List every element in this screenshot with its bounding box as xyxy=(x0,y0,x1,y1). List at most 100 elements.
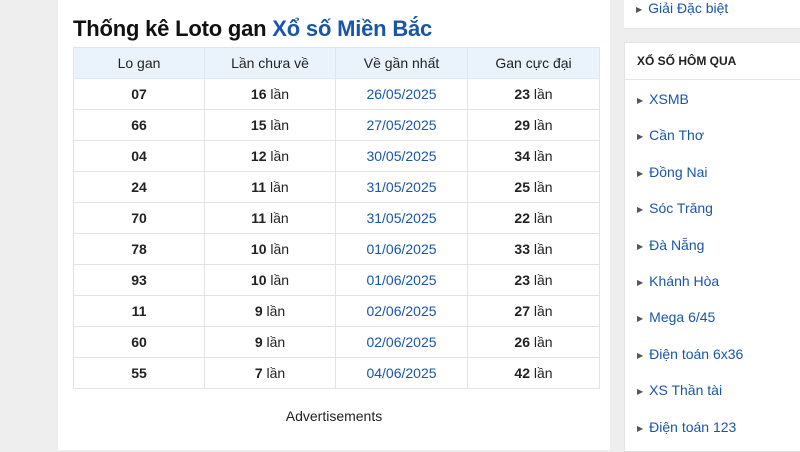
sidebar-item[interactable]: ▶ Điện toán 123 xyxy=(637,419,736,435)
sidebar-header: XỔ SỐ HÔM QUA xyxy=(637,54,737,68)
unit-label: lần xyxy=(533,179,553,195)
caret-right-icon: ▶ xyxy=(637,241,644,251)
cell-ve-gan-nhat[interactable]: 02/06/2025 xyxy=(335,295,468,327)
table-row: 24 11 lần 31/05/2025 25 lần xyxy=(73,171,600,203)
count-value: 34 xyxy=(514,148,530,164)
count-value: 42 xyxy=(514,365,530,381)
header-ve-gan-nhat: Về gần nhất xyxy=(335,47,468,79)
sidebar-item[interactable]: ▶ Khánh Hòa xyxy=(637,273,719,289)
sidebar-item-label: XS Thần tài xyxy=(649,382,723,399)
cell-ve-gan-nhat[interactable]: 27/05/2025 xyxy=(335,109,468,141)
caret-right-icon: ▶ xyxy=(637,132,644,142)
caret-right-icon: ▶ xyxy=(637,423,644,433)
title-link[interactable]: Xổ số Miền Bắc xyxy=(272,16,432,41)
unit-label: lần xyxy=(533,210,553,226)
cell-ve-gan-nhat[interactable]: 31/05/2025 xyxy=(335,171,468,203)
table-row: 70 11 lần 31/05/2025 22 lần xyxy=(73,202,600,234)
unit-label: lần xyxy=(270,86,290,102)
sidebar-item[interactable]: ▶ Điện toán 6x36 xyxy=(637,346,743,362)
count-value: 10 xyxy=(250,272,267,288)
caret-right-icon: ▶ xyxy=(636,5,643,14)
unit-label: lần xyxy=(533,117,553,133)
sidebar-item-label: Sóc Trăng xyxy=(649,200,713,217)
sidebar-xo-so-hom-qua: XỔ SỐ HÔM QUA ▶ XSMB ▶ Cần Thơ ▶ Đồng Nai ▶ Sóc… xyxy=(624,42,800,452)
cell-ve-gan-nhat[interactable]: 31/05/2025 xyxy=(335,202,468,234)
sidebar-item-giai-dac-biet[interactable]: ▶ Giải Đặc biệt xyxy=(636,0,728,16)
cell-ve-gan-nhat[interactable]: 26/05/2025 xyxy=(335,78,468,110)
unit-label: lần xyxy=(533,334,553,350)
caret-right-icon: ▶ xyxy=(637,387,644,397)
unit-label: lần xyxy=(533,241,553,257)
sidebar-item-label: Giải Đặc biệt xyxy=(648,0,729,16)
sidebar-item[interactable]: ▶ Sóc Trăng xyxy=(637,200,713,216)
table-row: 93 10 lần 01/06/2025 23 lần xyxy=(73,264,600,296)
cell-gan-cuc-dai: 33 lần xyxy=(467,233,600,265)
table-row: 55 7 lần 04/06/2025 42 lần xyxy=(73,357,600,389)
table-row: 78 10 lần 01/06/2025 33 lần xyxy=(73,233,600,265)
cell-lan-chua-ve: 15 lần xyxy=(204,109,336,141)
unit-label: lần xyxy=(270,210,289,226)
cell-gan-cuc-dai: 34 lần xyxy=(467,140,600,172)
sidebar-item[interactable]: ▶ Mega 6/45 xyxy=(637,309,715,325)
cell-lo-number: 11 xyxy=(73,295,205,327)
count-value: 11 xyxy=(251,179,267,195)
sidebar-item-label: Mega 6/45 xyxy=(649,309,716,326)
table-row: 04 12 lần 30/05/2025 34 lần xyxy=(73,140,600,172)
unit-label: lần xyxy=(533,365,553,381)
caret-right-icon: ▶ xyxy=(637,205,644,215)
table-row: 11 9 lần 02/06/2025 27 lần xyxy=(73,295,600,327)
sidebar-item-label: Đà Nẵng xyxy=(649,236,705,253)
table-row: 66 15 lần 27/05/2025 29 lần xyxy=(73,109,600,141)
count-value: 15 xyxy=(250,117,267,133)
count-value: 10 xyxy=(250,241,267,257)
unit-label: lần xyxy=(270,117,290,133)
count-value: 23 xyxy=(514,86,530,102)
table-header-row: Lo gan Lần chưa về Về gần nhất Gan cực đ… xyxy=(73,47,600,79)
cell-ve-gan-nhat[interactable]: 01/06/2025 xyxy=(335,233,468,265)
cell-ve-gan-nhat[interactable]: 01/06/2025 xyxy=(335,264,468,296)
cell-lo-number: 70 xyxy=(73,202,205,234)
sidebar-item[interactable]: ▶ Đồng Nai xyxy=(637,164,708,180)
count-value: 22 xyxy=(514,210,530,226)
unit-label: lần xyxy=(533,148,553,164)
sidebar-item[interactable]: ▶ XS Thần tài xyxy=(637,382,722,398)
count-value: 11 xyxy=(251,210,267,226)
unit-label: lần xyxy=(266,303,286,319)
count-value: 29 xyxy=(514,117,530,133)
table-row: 07 16 lần 26/05/2025 23 lần xyxy=(73,78,600,110)
cell-lan-chua-ve: 11 lần xyxy=(204,202,336,234)
unit-label: lần xyxy=(533,303,553,319)
cell-lo-number: 93 xyxy=(73,264,205,296)
count-value: 25 xyxy=(514,179,530,195)
count-value: 12 xyxy=(250,148,267,164)
cell-lo-number: 55 xyxy=(73,357,205,389)
cell-gan-cuc-dai: 29 lần xyxy=(467,109,600,141)
cell-gan-cuc-dai: 23 lần xyxy=(467,264,600,296)
cell-gan-cuc-dai: 42 lần xyxy=(467,357,600,389)
sidebar-item[interactable]: ▶ Cần Thơ xyxy=(637,127,704,143)
sidebar-item-label: Cần Thơ xyxy=(649,127,704,144)
cell-gan-cuc-dai: 27 lần xyxy=(467,295,600,327)
sidebar-item[interactable]: ▶ Đà Nẵng xyxy=(637,237,704,253)
cell-gan-cuc-dai: 25 lần xyxy=(467,171,600,203)
cell-lo-number: 60 xyxy=(73,326,205,358)
sidebar-item-label: XSMB xyxy=(649,91,689,107)
caret-right-icon: ▶ xyxy=(637,96,644,105)
title-text: Thống kê Loto gan xyxy=(73,16,267,41)
cell-ve-gan-nhat[interactable]: 30/05/2025 xyxy=(335,140,468,172)
cell-lan-chua-ve: 10 lần xyxy=(204,264,336,296)
count-value: 27 xyxy=(514,303,530,319)
count-value: 9 xyxy=(254,334,263,350)
advertisements-label: Advertisements xyxy=(285,408,383,424)
cell-ve-gan-nhat[interactable]: 02/06/2025 xyxy=(335,326,468,358)
caret-right-icon: ▶ xyxy=(637,350,644,360)
caret-right-icon: ▶ xyxy=(637,168,644,178)
cell-lo-number: 78 xyxy=(73,233,205,265)
cell-lan-chua-ve: 11 lần xyxy=(204,171,336,203)
cell-lan-chua-ve: 12 lần xyxy=(204,140,336,172)
cell-lan-chua-ve: 9 lần xyxy=(204,326,336,358)
cell-lo-number: 24 xyxy=(73,171,205,203)
sidebar-item[interactable]: ▶ XSMB xyxy=(637,91,689,107)
cell-ve-gan-nhat[interactable]: 04/06/2025 xyxy=(335,357,468,389)
loto-gan-table: Lo gan Lần chưa về Về gần nhất Gan cực đ… xyxy=(73,47,600,389)
